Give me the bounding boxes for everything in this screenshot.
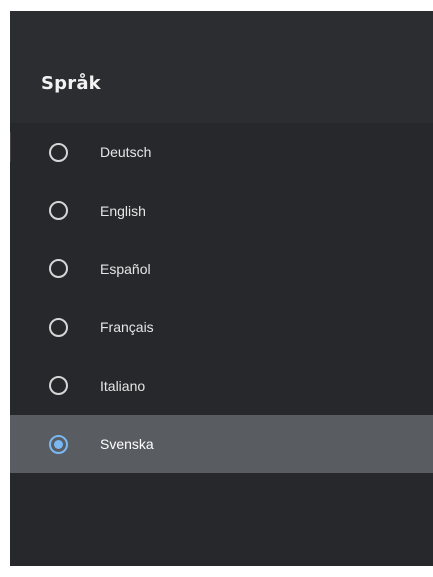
language-option-label: Italiano <box>100 377 146 394</box>
language-dialog: Språk Deutsch English Español Français I… <box>10 11 433 566</box>
language-option-english[interactable]: English <box>10 181 433 239</box>
language-option-francais[interactable]: Français <box>10 298 433 356</box>
language-option-label: Français <box>100 319 154 336</box>
language-option-svenska[interactable]: Svenska <box>10 414 433 474</box>
language-option-deutsch[interactable]: Deutsch <box>10 123 433 181</box>
language-option-espanol[interactable]: Español <box>10 240 433 298</box>
radio-unchecked-icon[interactable] <box>49 259 68 279</box>
language-option-label: English <box>100 202 146 219</box>
dialog-header: Språk <box>10 11 433 123</box>
radio-unchecked-icon[interactable] <box>49 376 68 396</box>
language-option-label: Deutsch <box>100 144 152 161</box>
dialog-title: Språk <box>41 73 101 94</box>
language-option-label: Español <box>100 260 151 277</box>
language-list: Deutsch English Español Français Italian… <box>10 123 433 474</box>
language-option-label: Svenska <box>100 436 154 453</box>
radio-unchecked-icon[interactable] <box>49 201 68 221</box>
language-option-italiano[interactable]: Italiano <box>10 357 433 415</box>
radio-unchecked-icon[interactable] <box>49 142 68 162</box>
radio-unchecked-icon[interactable] <box>49 317 68 337</box>
radio-checked-icon[interactable] <box>49 434 68 454</box>
